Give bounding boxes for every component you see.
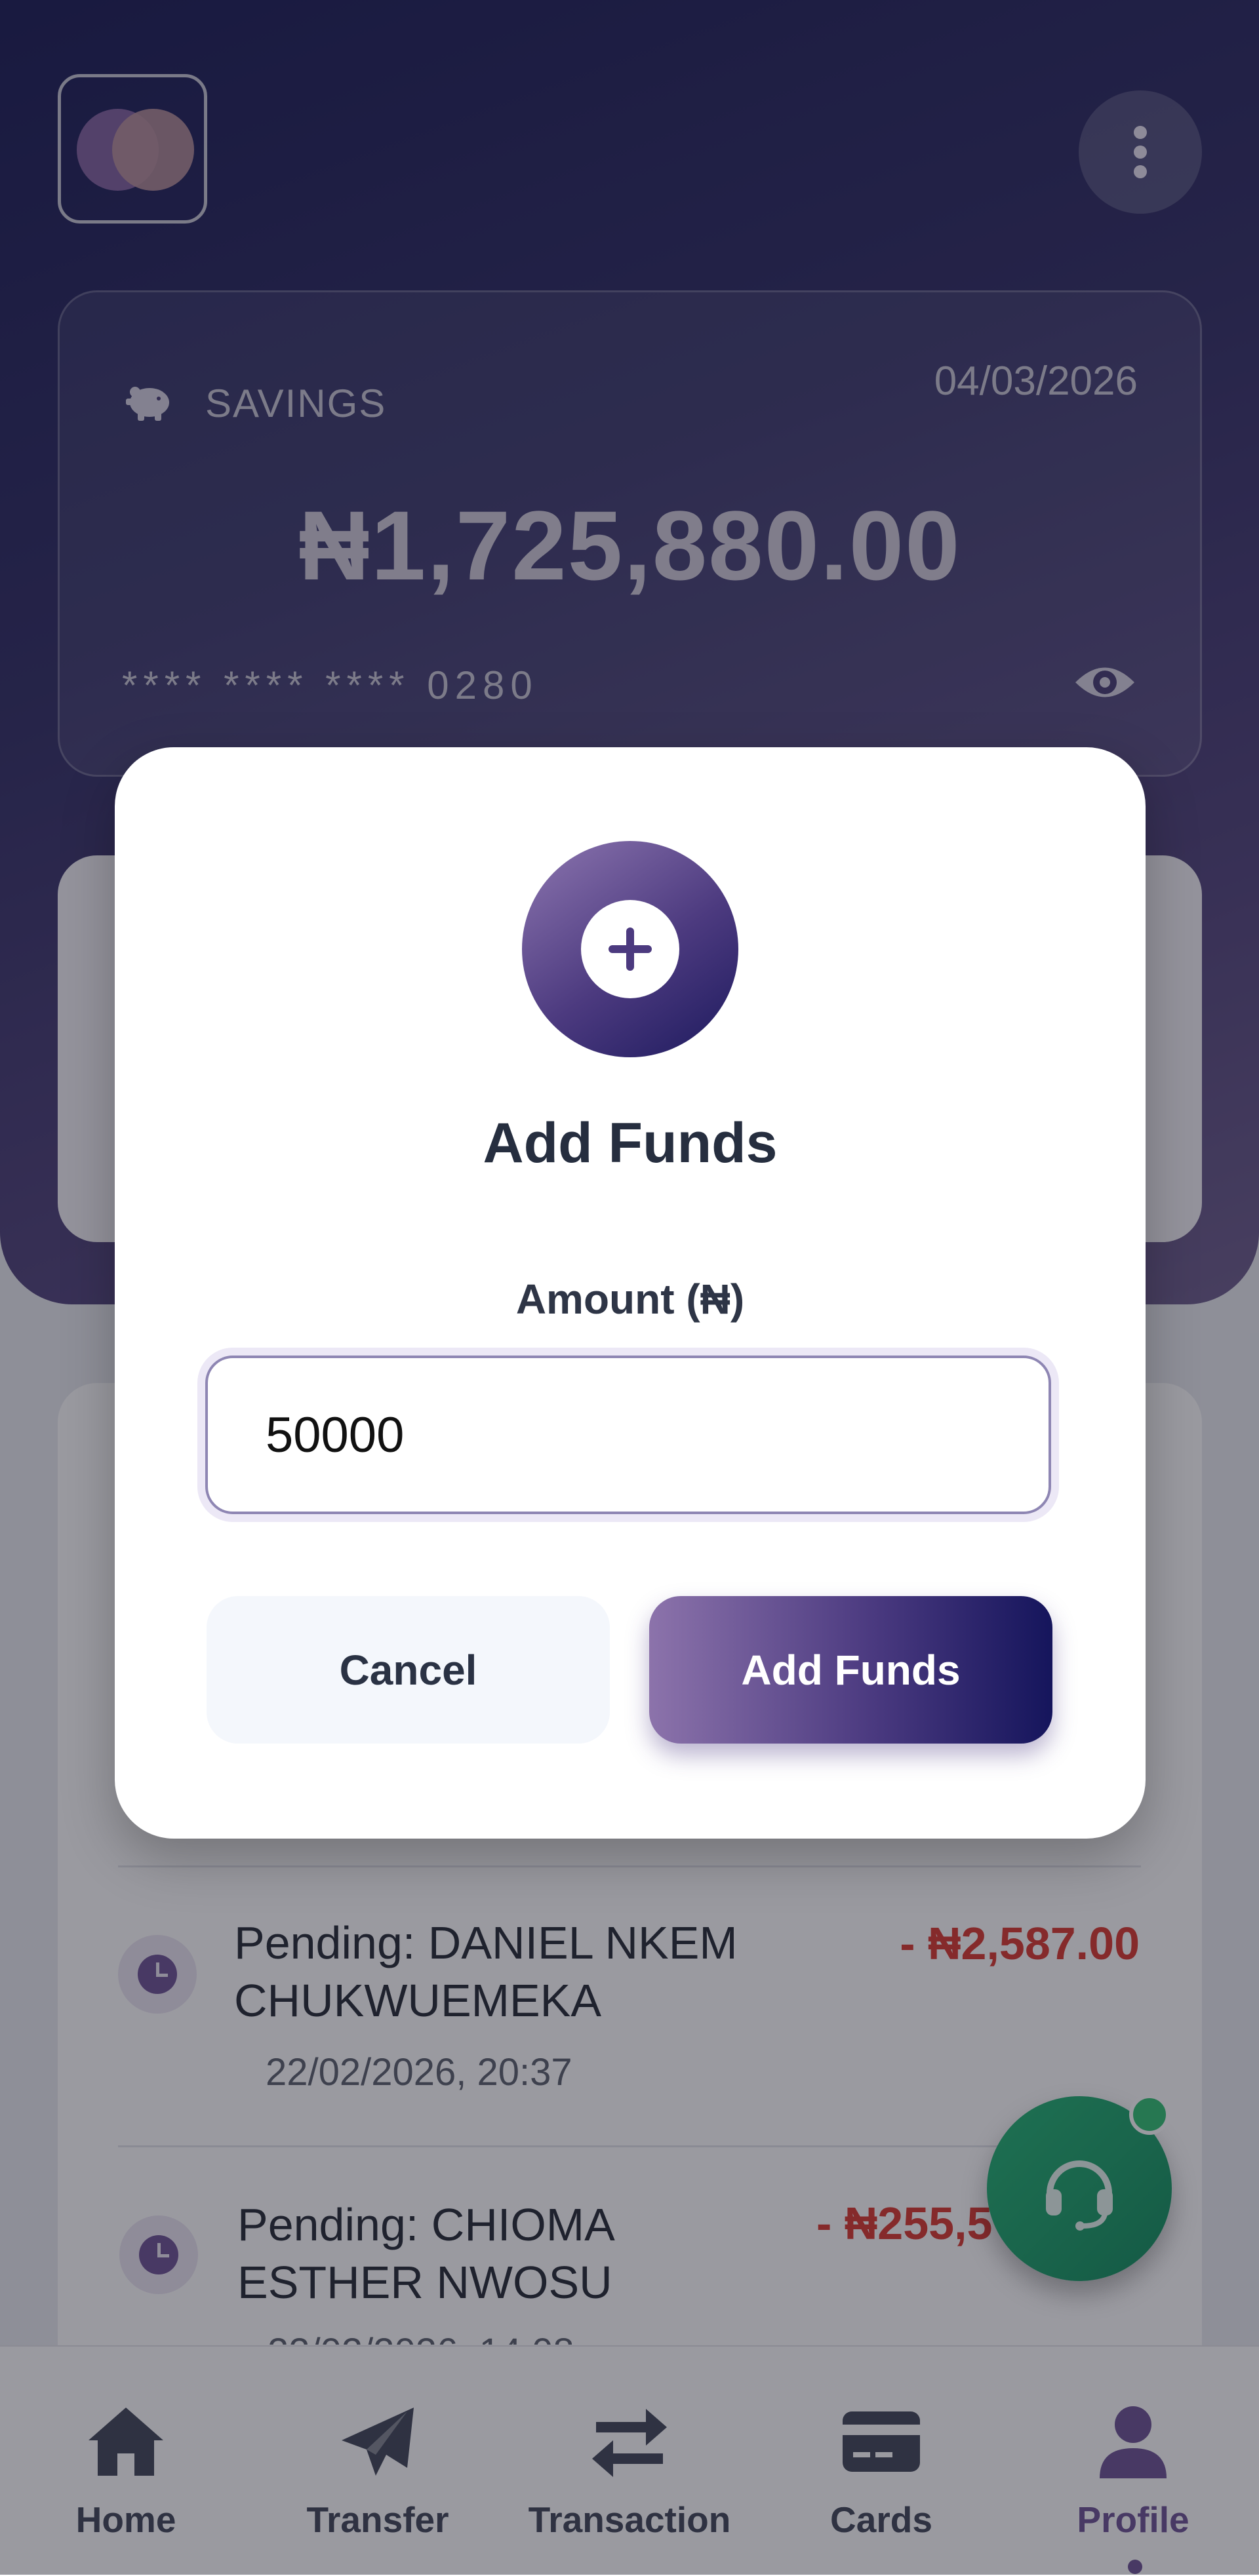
add-funds-dialog: Add Funds Amount (₦) Cancel Add Funds	[115, 747, 1146, 1839]
add-funds-button[interactable]: Add Funds	[649, 1596, 1052, 1744]
amount-input[interactable]	[266, 1358, 987, 1512]
dialog-title: Add Funds	[483, 1112, 778, 1175]
cancel-button[interactable]: Cancel	[207, 1596, 610, 1744]
amount-field[interactable]	[205, 1356, 1051, 1514]
amount-label: Amount (₦)	[515, 1276, 745, 1323]
plus-icon	[522, 841, 738, 1057]
